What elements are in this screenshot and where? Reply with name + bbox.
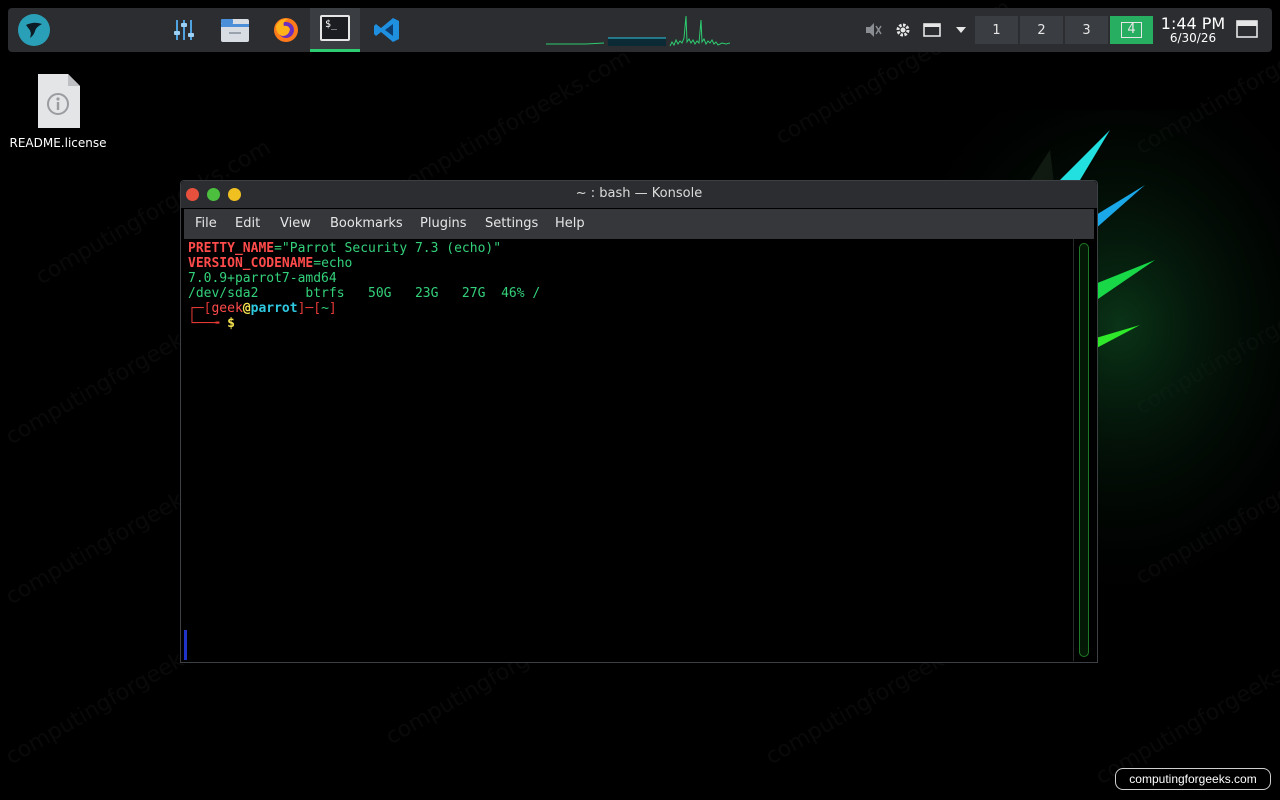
site-watermark-badge: computingforgeeks.com — [1115, 768, 1271, 790]
prompt-dollar: $ — [227, 316, 235, 331]
desktop-1-label: 1 — [992, 22, 1001, 38]
konsole-window: ~ : bash — Konsole File Edit View Bookma… — [180, 180, 1098, 663]
terminal-line: PRETTY_NAME="Parrot Security 7.3 (echo)" — [188, 241, 1070, 256]
window-titlebar[interactable]: ~ : bash — Konsole — [181, 181, 1097, 208]
prompt-arrow: └──╼ — [188, 316, 228, 331]
prompt-at: @ — [242, 301, 251, 316]
clock-date[interactable]: 6/30/26 — [1160, 31, 1226, 45]
settings-mixer-icon[interactable] — [168, 14, 200, 46]
env-value: "Parrot Security 7.3 (echo)" — [281, 241, 502, 256]
desktop-icon-label: README.license — [9, 136, 107, 150]
triangle-down-icon[interactable] — [951, 20, 971, 40]
prompt-bracket: ]─[ — [297, 301, 322, 316]
menu-file[interactable]: File — [195, 216, 217, 231]
watermark-text: computingforgeeks.com — [1092, 635, 1280, 790]
prompt-line: ┌─[geek@parrot]─[~] — [188, 301, 1070, 316]
terminal-line: /dev/sda2 btrfs 50G 23G 27G 46% / — [188, 286, 541, 301]
vscode-icon[interactable] — [371, 14, 403, 46]
terminal-line: 7.0.9+parrot7-amd64 — [188, 271, 337, 286]
env-eq: = — [313, 256, 322, 271]
watermark-text: computingforgeeks.com — [392, 45, 635, 200]
speaker-muted-icon[interactable] — [863, 20, 883, 40]
env-value: echo — [321, 256, 353, 271]
window-title: ~ : bash — Konsole — [575, 186, 703, 201]
menu-settings[interactable]: Settings — [485, 216, 538, 231]
prompt-bracket: ] — [328, 301, 337, 316]
terminal-line: VERSION_CODENAME=echo — [188, 256, 1070, 271]
desktop-2-button[interactable]: 2 — [1020, 16, 1064, 44]
konsole-icon: $_ — [320, 15, 350, 41]
desktop-4-button[interactable]: 4 — [1110, 16, 1154, 44]
firefox-icon[interactable] — [270, 14, 302, 46]
menu-help[interactable]: Help — [555, 216, 585, 231]
konsole-task-button[interactable]: $_ — [310, 8, 360, 52]
env-key: VERSION_CODENAME — [188, 256, 314, 271]
menu-view[interactable]: View — [280, 216, 311, 231]
desktop-2-label: 2 — [1037, 22, 1046, 38]
menu-bar: File Edit View Bookmarks Plugins Setting… — [184, 209, 1094, 239]
info-document-icon — [38, 74, 80, 128]
desktop-3-label: 3 — [1082, 22, 1091, 38]
menu-plugins[interactable]: Plugins — [420, 216, 467, 231]
prompt-bracket: ┌─[ — [188, 301, 212, 316]
show-desktop-icon[interactable] — [1236, 20, 1258, 40]
menu-edit[interactable]: Edit — [235, 216, 260, 231]
gear-icon[interactable] — [893, 20, 913, 40]
prompt-dir: ~ — [321, 301, 329, 316]
env-eq: = — [274, 241, 282, 256]
window-icon[interactable] — [922, 20, 942, 40]
scrollbar[interactable] — [1079, 243, 1089, 657]
scrollbar-separator — [1073, 239, 1074, 661]
desktop-icon-readme[interactable]: README.license — [8, 72, 108, 156]
prompt-line: └──╼ $ — [188, 316, 1070, 331]
env-key: PRETTY_NAME — [188, 241, 275, 256]
terminal-output[interactable]: PRETTY_NAME="Parrot Security 7.3 (echo)"… — [184, 239, 1074, 661]
terminal-marker — [184, 630, 187, 660]
file-manager-icon[interactable] — [219, 14, 251, 46]
desktop-4-label: 4 — [1121, 22, 1142, 38]
system-monitor-graph — [546, 15, 730, 47]
desktop: computingforgeeks.com computingforgeeks.… — [0, 0, 1280, 800]
prompt-user: geek — [211, 301, 243, 316]
taskbar: $_ 1 2 3 4 1:44 PM 6/30/26 — [8, 8, 1272, 52]
desktop-1-button[interactable]: 1 — [975, 16, 1019, 44]
parrot-logo-icon[interactable] — [18, 14, 50, 46]
prompt-host: parrot — [250, 301, 298, 316]
desktop-3-button[interactable]: 3 — [1065, 16, 1109, 44]
menu-bookmarks[interactable]: Bookmarks — [330, 216, 403, 231]
